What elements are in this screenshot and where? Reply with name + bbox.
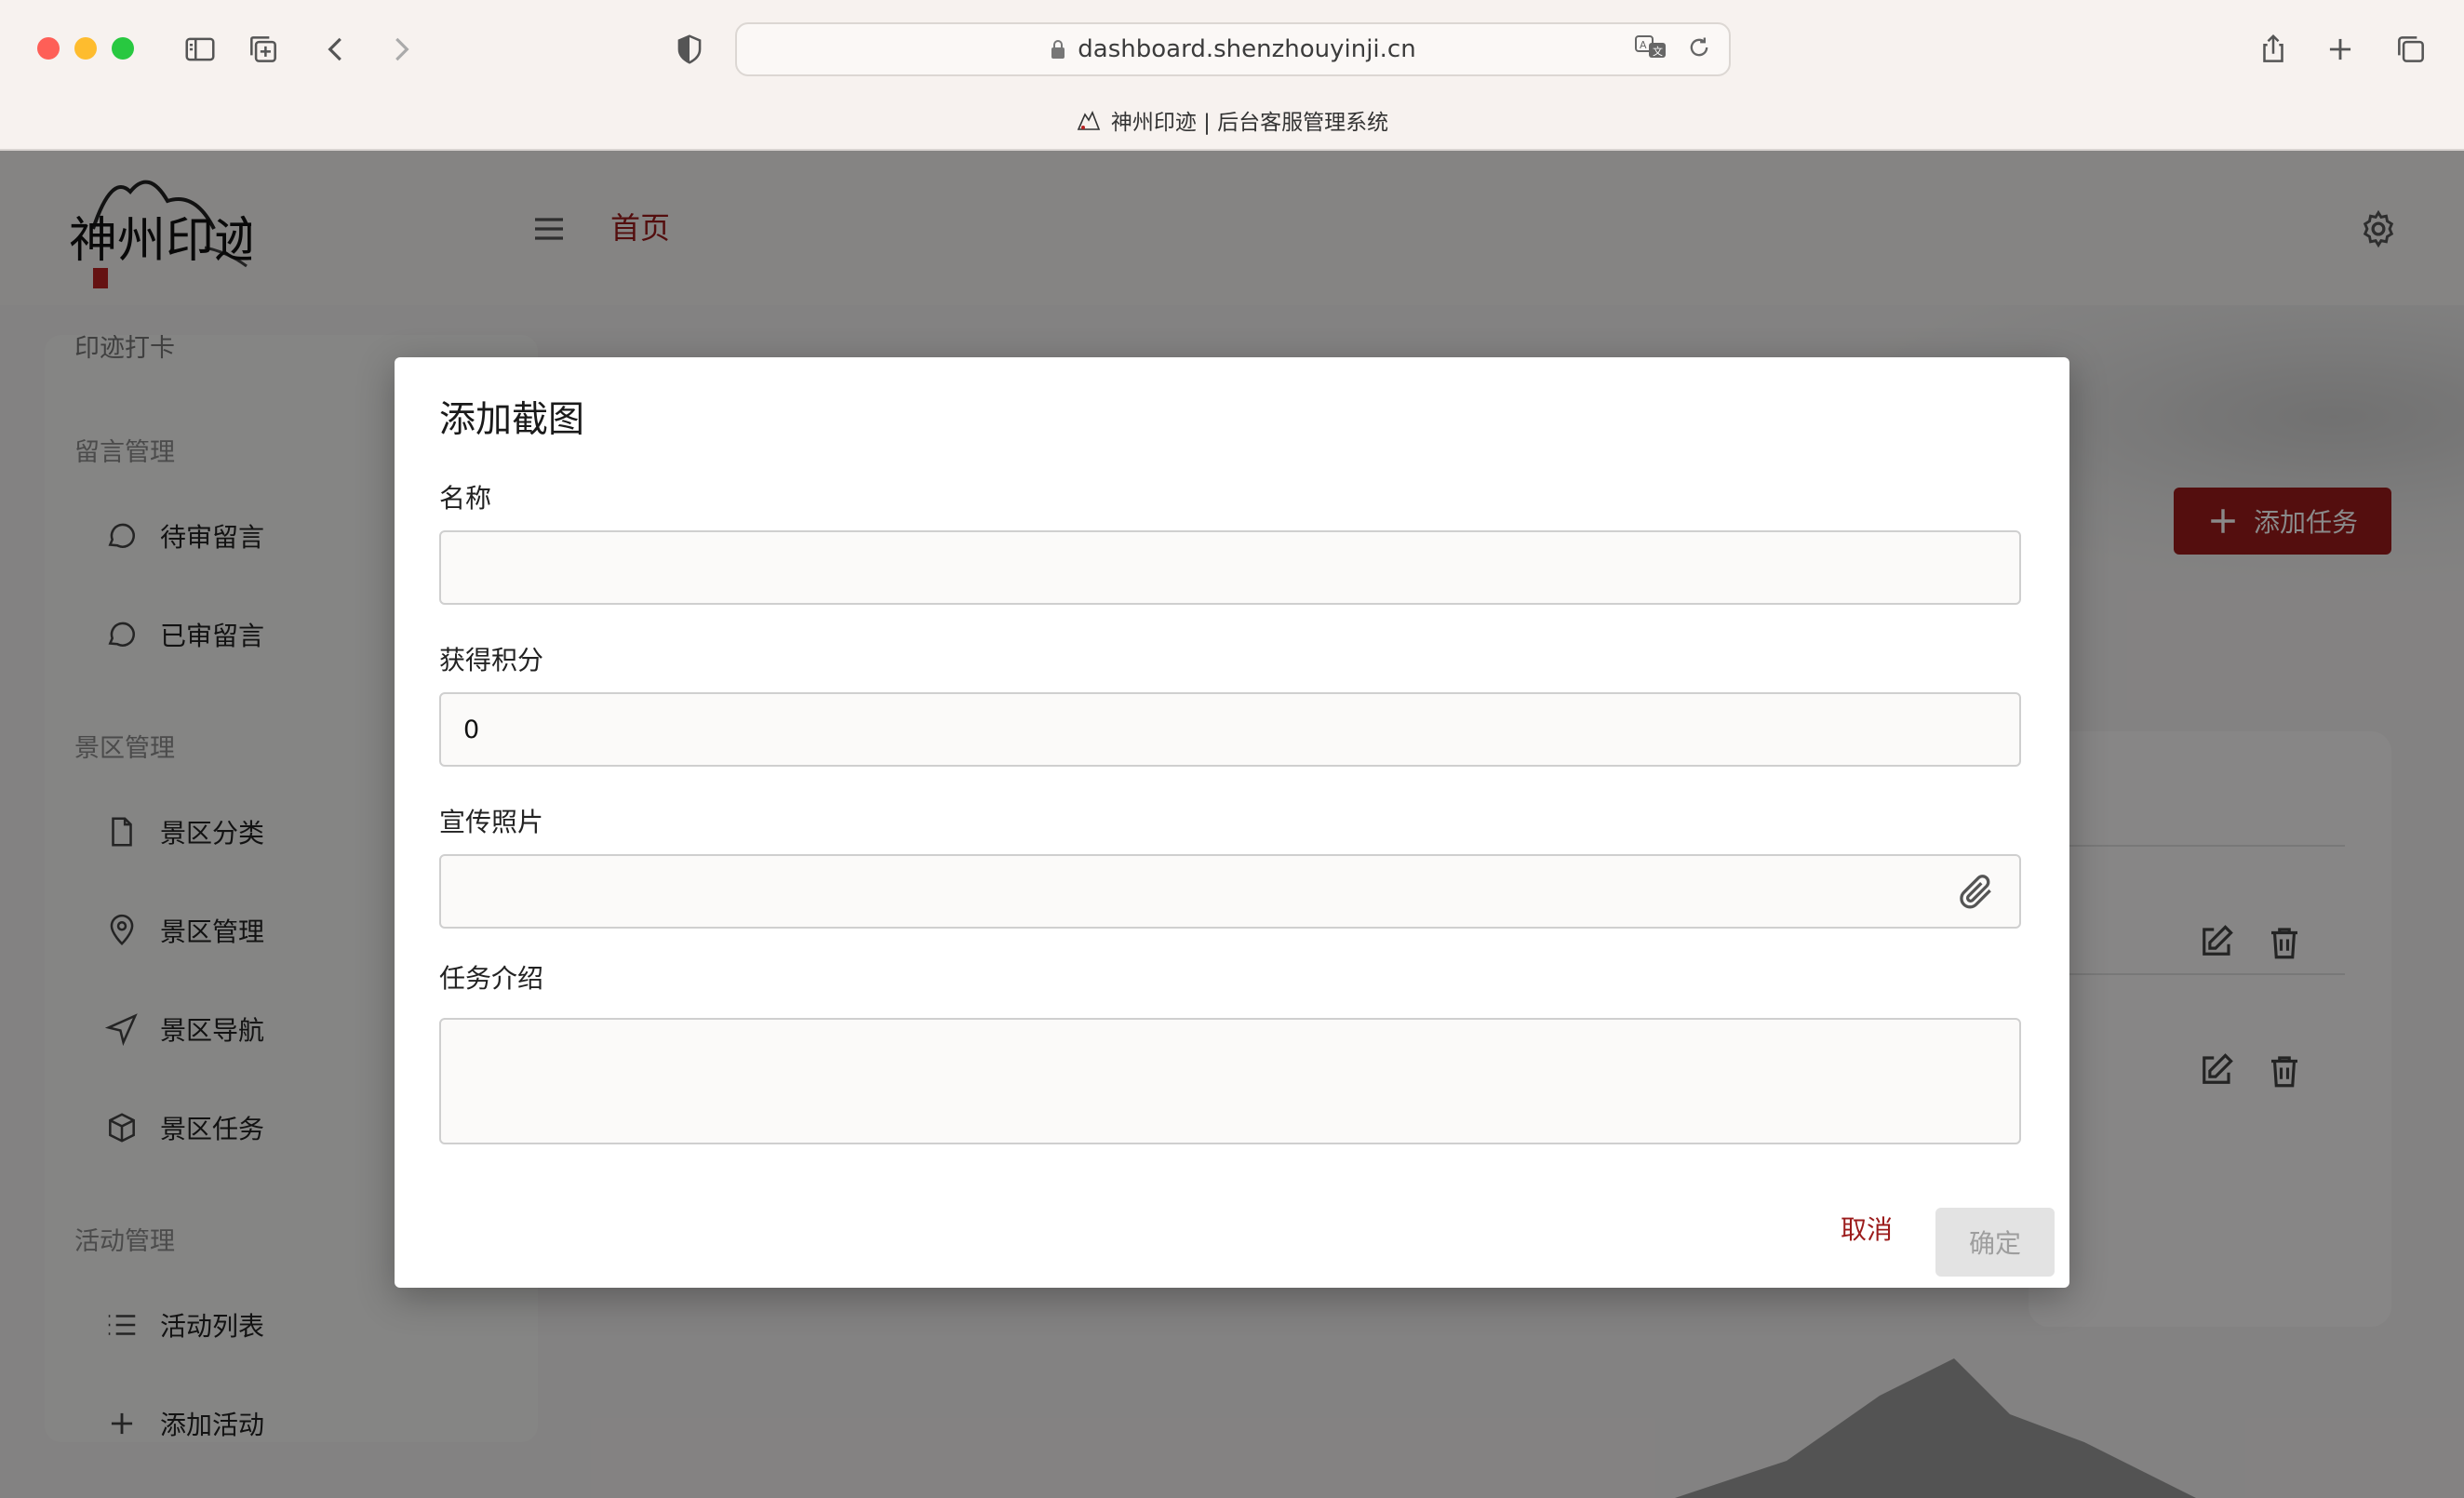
name-label: 名称 bbox=[439, 483, 492, 514]
svg-text:A: A bbox=[1640, 39, 1647, 51]
photo-file-input[interactable] bbox=[439, 854, 2021, 929]
tab-title: 神州印迹 | 后台客服管理系统 bbox=[1110, 111, 1389, 135]
site-favicon-icon bbox=[1077, 111, 1100, 130]
confirm-button[interactable]: 确定 bbox=[1935, 1208, 2055, 1277]
tab-overview-icon[interactable] bbox=[2388, 26, 2434, 73]
active-tab[interactable]: 神州印迹 | 后台客服管理系统 bbox=[0, 104, 2464, 136]
points-label: 获得积分 bbox=[439, 645, 544, 675]
translate-icon[interactable]: A文 bbox=[1634, 33, 1669, 61]
privacy-shield-icon[interactable] bbox=[666, 26, 713, 73]
intro-textarea[interactable] bbox=[439, 1018, 2021, 1144]
address-bar[interactable]: dashboard.shenzhouyinji.cn A文 bbox=[735, 22, 1731, 76]
intro-label: 任务介绍 bbox=[439, 963, 544, 994]
lock-icon bbox=[1051, 40, 1065, 59]
share-icon[interactable] bbox=[2250, 26, 2297, 73]
browser-chrome: dashboard.shenzhouyinji.cn A文 神州印迹 | 后台客… bbox=[0, 0, 2464, 151]
add-screenshot-dialog: 添加截图 名称 获得积分 宣传照片 任务介绍 取消 确定 bbox=[395, 357, 2069, 1288]
points-input[interactable] bbox=[439, 692, 2021, 767]
dialog-title: 添加截图 bbox=[439, 399, 585, 441]
back-icon[interactable] bbox=[313, 26, 359, 73]
new-tab-icon[interactable] bbox=[2317, 26, 2364, 73]
svg-text:文: 文 bbox=[1653, 45, 1663, 58]
new-tab-group-icon[interactable] bbox=[240, 26, 287, 73]
cancel-button[interactable]: 取消 bbox=[1813, 1202, 1921, 1254]
reload-icon[interactable] bbox=[1686, 34, 1712, 60]
forward-icon[interactable] bbox=[378, 26, 424, 73]
close-window-button[interactable] bbox=[37, 37, 60, 60]
zoom-window-button[interactable] bbox=[112, 37, 134, 60]
minimize-window-button[interactable] bbox=[74, 37, 97, 60]
paperclip-icon[interactable] bbox=[1956, 871, 1997, 912]
name-input[interactable] bbox=[439, 530, 2021, 605]
photo-label: 宣传照片 bbox=[439, 807, 544, 837]
sidebar-toggle-icon[interactable] bbox=[177, 26, 223, 73]
url-text: dashboard.shenzhouyinji.cn bbox=[1078, 35, 1416, 63]
